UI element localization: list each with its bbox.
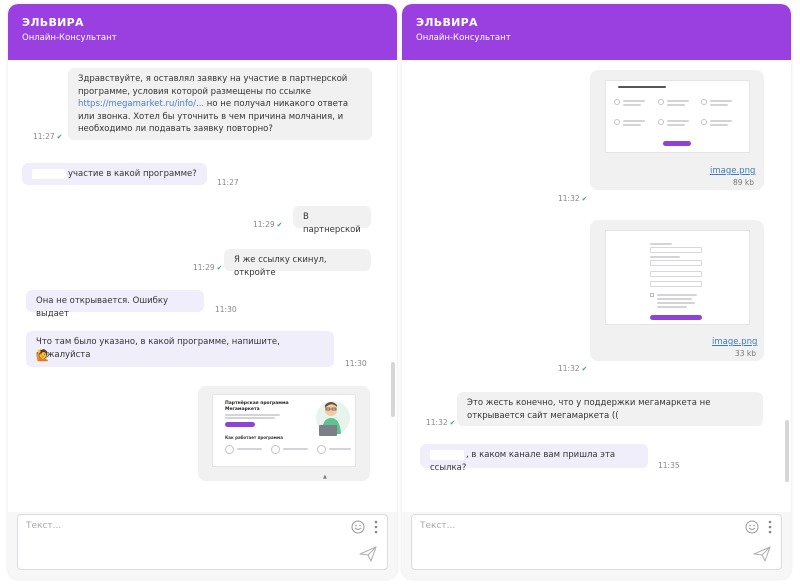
message-time: 11:32 ✔ bbox=[558, 194, 588, 203]
redacted-name bbox=[32, 168, 66, 179]
read-check-icon: ✔ bbox=[581, 365, 588, 373]
message-composer bbox=[17, 514, 388, 570]
preview-button bbox=[663, 141, 691, 146]
message-time: 11:35 bbox=[658, 461, 680, 470]
megamarket-link[interactable]: https://megamarket.ru/info/... bbox=[78, 99, 204, 109]
message-text: участие в какой программе? bbox=[68, 169, 197, 179]
more-options-icon[interactable] bbox=[374, 520, 378, 534]
message-input[interactable] bbox=[420, 521, 720, 531]
message-time: 11:29 ✔ bbox=[193, 263, 223, 272]
file-size: 89 kb bbox=[733, 178, 755, 187]
chat-header: ЭЛЬВИРА Онлайн-Консультант bbox=[402, 4, 791, 60]
cursor-icon: ▲ bbox=[323, 474, 327, 480]
send-icon[interactable] bbox=[359, 546, 377, 562]
message-operator-question: участие в какой программе? bbox=[22, 163, 207, 185]
chat-panel-left: ЭЛЬВИРА Онлайн-Консультант Здравствуйте,… bbox=[8, 4, 397, 579]
person-with-laptop-illustration bbox=[316, 401, 350, 436]
file-size: 33 kb bbox=[735, 349, 757, 358]
preview-button bbox=[650, 315, 702, 320]
message-operator-reply: Она не открывается. Ошибку выдает bbox=[26, 290, 204, 319]
image-preview[interactable] bbox=[605, 230, 750, 325]
image-preview[interactable]: Партнёрская программа Мегамаркета Как ра… bbox=[212, 394, 356, 467]
message-time: 11:32 ✔ bbox=[426, 418, 456, 427]
message-text: Что там было указано, в какой программе,… bbox=[36, 337, 280, 360]
operator-role: Онлайн-Консультант bbox=[22, 33, 117, 43]
image-attachment[interactable]: image.png 33 kb bbox=[590, 220, 764, 361]
message-composer bbox=[411, 514, 782, 570]
message-text: Я же ссылку скинул, откройте bbox=[234, 255, 327, 278]
message-user-request: Здравствуйте, я оставлял заявку на участ… bbox=[68, 68, 372, 140]
message-user-reply: В партнерской bbox=[293, 206, 371, 235]
message-time: 11:27 ✔ bbox=[33, 132, 63, 141]
preview-title: Партнёрская программа Мегамаркета bbox=[225, 401, 289, 412]
file-name[interactable]: image.png bbox=[712, 337, 757, 347]
chat-panel-right: ЭЛЬВИРА Онлайн-Консультант image.png 89 … bbox=[402, 4, 791, 579]
message-list[interactable]: Здравствуйте, я оставлял заявку на участ… bbox=[8, 60, 397, 512]
message-time: 11:27 bbox=[217, 178, 239, 187]
message-text: Здравствуйте, я оставлял заявку на участ… bbox=[78, 74, 348, 97]
chat-header: ЭЛЬВИРА Онлайн-Консультант bbox=[8, 4, 397, 60]
read-check-icon: ✔ bbox=[449, 419, 456, 427]
message-operator-question: Что там было указано, в какой программе,… bbox=[26, 331, 334, 367]
operator-role: Онлайн-Консультант bbox=[416, 33, 511, 43]
send-icon[interactable] bbox=[753, 546, 771, 562]
file-name[interactable]: image.png bbox=[710, 166, 755, 176]
preview-button bbox=[225, 422, 255, 427]
message-user-reply: Я же ссылку скинул, откройте bbox=[224, 249, 371, 278]
user-emoji-icon: 🙋 bbox=[36, 349, 50, 362]
message-list[interactable]: image.png 89 kb 11:32 ✔ image.png 33 kb … bbox=[402, 60, 791, 512]
image-attachment[interactable]: Партнёрская программа Мегамаркета Как ра… bbox=[198, 386, 370, 481]
message-user-reply: Это жесть конечно, что у поддержки мегам… bbox=[457, 392, 763, 426]
message-time: 11:32 ✔ bbox=[558, 364, 588, 373]
emoji-icon[interactable] bbox=[351, 520, 365, 534]
read-check-icon: ✔ bbox=[216, 264, 223, 272]
more-options-icon[interactable] bbox=[768, 520, 772, 534]
message-time: 11:30 bbox=[345, 359, 367, 368]
emoji-icon[interactable] bbox=[745, 520, 759, 534]
message-time: 11:29 ✔ bbox=[253, 220, 283, 229]
image-preview[interactable] bbox=[605, 80, 750, 153]
redacted-name bbox=[430, 449, 464, 460]
read-check-icon: ✔ bbox=[56, 133, 63, 141]
scrollbar-thumb[interactable] bbox=[391, 362, 395, 417]
operator-name: ЭЛЬВИРА bbox=[416, 16, 478, 29]
preview-section: Как работает программа bbox=[225, 435, 283, 440]
read-check-icon: ✔ bbox=[581, 195, 588, 203]
operator-name: ЭЛЬВИРА bbox=[22, 16, 84, 29]
read-check-icon: ✔ bbox=[276, 221, 283, 229]
message-time: 11:30 bbox=[215, 305, 237, 314]
scrollbar-thumb[interactable] bbox=[785, 420, 789, 482]
screenshot-root: ЭЛЬВИРА Онлайн-Консультант Здравствуйте,… bbox=[0, 0, 800, 585]
message-text: Это жесть конечно, что у поддержки мегам… bbox=[467, 398, 711, 421]
message-text: Она не открывается. Ошибку выдает bbox=[36, 296, 169, 319]
message-text: В партнерской bbox=[303, 212, 361, 235]
image-attachment[interactable]: image.png 89 kb bbox=[590, 70, 764, 190]
message-operator-question: , в каком канале вам пришла эта ссылка? bbox=[420, 444, 648, 473]
message-input[interactable] bbox=[26, 521, 326, 531]
